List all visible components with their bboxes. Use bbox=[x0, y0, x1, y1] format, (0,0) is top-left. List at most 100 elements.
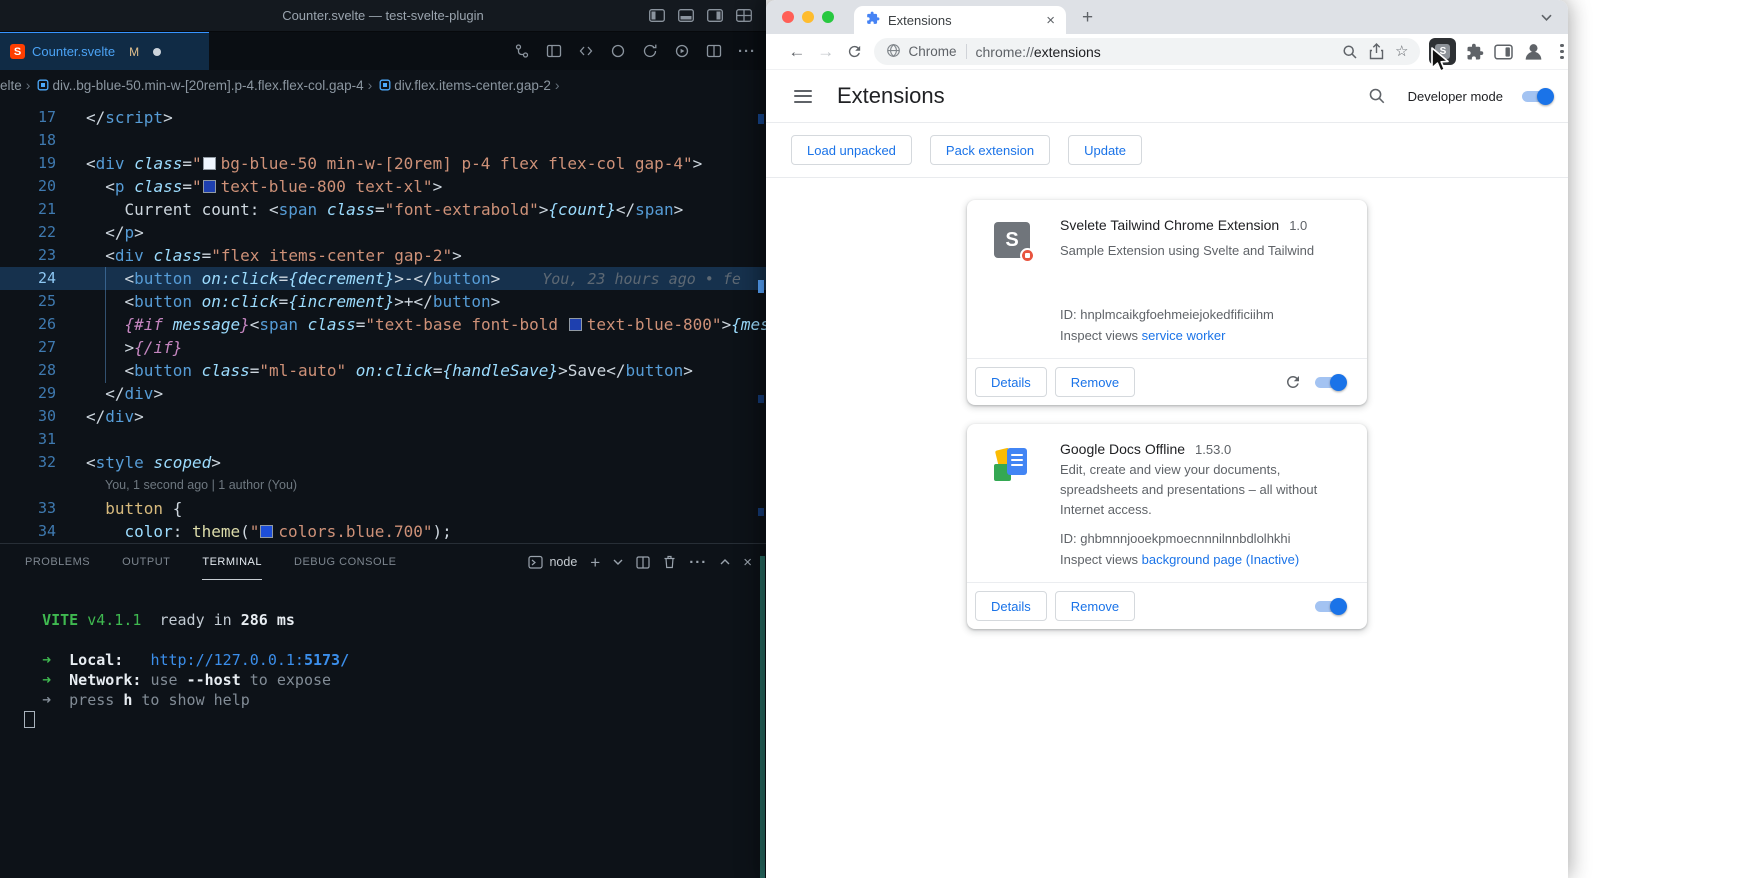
more-actions-icon[interactable]: ··· bbox=[738, 43, 756, 60]
line-number[interactable]: 23 bbox=[0, 244, 56, 267]
circle-outline-icon[interactable] bbox=[610, 43, 626, 59]
line-number[interactable]: 17 bbox=[0, 106, 56, 129]
line-number[interactable]: 22 bbox=[0, 221, 56, 244]
zoom-window-button[interactable] bbox=[822, 11, 834, 23]
details-button[interactable]: Details bbox=[975, 591, 1047, 621]
split-terminal-icon[interactable] bbox=[636, 556, 650, 569]
browser-tab-extensions[interactable]: Extensions × bbox=[854, 6, 1066, 34]
panel-more-icon[interactable]: ··· bbox=[689, 554, 707, 571]
toggle-sidebar-icon[interactable] bbox=[649, 9, 665, 22]
line-number[interactable]: 31 bbox=[0, 428, 56, 451]
kill-terminal-trash-icon[interactable] bbox=[663, 555, 676, 569]
tab-debug-console[interactable]: DEBUG CONSOLE bbox=[294, 544, 396, 580]
line-number[interactable]: 34 bbox=[0, 520, 56, 543]
tab-output[interactable]: OUTPUT bbox=[122, 544, 170, 580]
side-panel-icon[interactable] bbox=[1494, 44, 1513, 60]
code-line[interactable]: 24 <button on:click={decrement}>-</butto… bbox=[0, 267, 766, 290]
split-editor-icon[interactable] bbox=[706, 43, 722, 59]
line-number[interactable]: 18 bbox=[0, 129, 56, 152]
customize-layout-icon[interactable] bbox=[736, 9, 752, 22]
load-unpacked-button[interactable]: Load unpacked bbox=[791, 135, 912, 165]
browser-menu-icon[interactable] bbox=[1556, 40, 1568, 64]
terminal[interactable]: VITE v4.1.1 ready in 286 ms ➜ Local: htt… bbox=[0, 580, 766, 730]
code-line[interactable]: 17</script> bbox=[0, 106, 766, 129]
line-number[interactable]: 33 bbox=[0, 497, 56, 520]
terminal-dropdown-chevron-icon[interactable] bbox=[613, 559, 623, 565]
code-line[interactable]: 21 Current count: <span class="font-extr… bbox=[0, 198, 766, 221]
code-line[interactable]: 20 <p class="text-blue-800 text-xl"> bbox=[0, 175, 766, 198]
tab-terminal[interactable]: TERMINAL bbox=[202, 544, 262, 580]
line-number[interactable]: 26 bbox=[0, 313, 56, 336]
site-info-globe-icon[interactable] bbox=[886, 43, 901, 61]
line-number[interactable]: 21 bbox=[0, 198, 56, 221]
update-button[interactable]: Update bbox=[1068, 135, 1142, 165]
open-editors-icon[interactable] bbox=[546, 43, 562, 59]
details-button[interactable]: Details bbox=[975, 367, 1047, 397]
new-terminal-icon[interactable]: + bbox=[590, 554, 600, 571]
zoom-icon[interactable] bbox=[1342, 44, 1358, 60]
code-brackets-icon[interactable] bbox=[578, 43, 594, 59]
code-line[interactable]: 18 bbox=[0, 129, 766, 152]
line-number[interactable]: 25 bbox=[0, 290, 56, 313]
tab-problems[interactable]: PROBLEMS bbox=[25, 544, 90, 580]
line-number[interactable]: 20 bbox=[0, 175, 56, 198]
tab-counter-svelte[interactable]: S Counter.svelte M bbox=[0, 32, 209, 70]
address-bar[interactable]: Chrome chrome:// extensions ☆ bbox=[874, 38, 1420, 65]
bookmark-star-icon[interactable]: ☆ bbox=[1395, 44, 1408, 59]
code-line[interactable]: 22 </p> bbox=[0, 221, 766, 244]
close-tab-icon[interactable]: × bbox=[1043, 12, 1058, 29]
breadcrumb-node[interactable]: div.flex.items-center.gap-2 bbox=[394, 78, 551, 93]
background-page-link[interactable]: background page (Inactive) bbox=[1142, 552, 1300, 567]
toggle-secondary-sidebar-icon[interactable] bbox=[707, 9, 723, 22]
source-control-graph-icon[interactable] bbox=[514, 43, 530, 59]
remove-button[interactable]: Remove bbox=[1055, 367, 1135, 397]
code-line[interactable]: 31 bbox=[0, 428, 766, 451]
hamburger-menu-icon[interactable] bbox=[791, 87, 815, 106]
code-line[interactable]: 28 <button class="ml-auto" on:click={han… bbox=[0, 359, 766, 382]
search-icon[interactable] bbox=[1368, 87, 1386, 105]
profile-avatar-icon[interactable] bbox=[1523, 41, 1544, 62]
new-tab-button[interactable]: + bbox=[1082, 7, 1093, 29]
pack-extension-button[interactable]: Pack extension bbox=[930, 135, 1050, 165]
minimize-window-button[interactable] bbox=[802, 11, 814, 23]
run-preview-icon[interactable] bbox=[674, 43, 690, 59]
remove-button[interactable]: Remove bbox=[1055, 591, 1135, 621]
developer-mode-toggle[interactable] bbox=[1521, 88, 1554, 105]
forward-button[interactable]: → bbox=[813, 42, 839, 62]
code-editor[interactable]: 17</script>1819<div class="bg-blue-50 mi… bbox=[0, 100, 766, 543]
code-line[interactable]: 29 </div> bbox=[0, 382, 766, 405]
line-number[interactable]: 19 bbox=[0, 152, 56, 175]
reload-button[interactable] bbox=[842, 43, 868, 60]
sync-icon[interactable] bbox=[642, 43, 658, 59]
line-number[interactable]: 27 bbox=[0, 336, 56, 359]
service-worker-link[interactable]: service worker bbox=[1142, 328, 1226, 343]
breadcrumb-node[interactable]: div..bg-blue-50.min-w-[20rem].p-4.flex.f… bbox=[52, 78, 363, 93]
code-line[interactable]: 32<style scoped> bbox=[0, 451, 766, 474]
terminal-shell-chip[interactable]: node bbox=[528, 555, 577, 570]
line-number[interactable]: 28 bbox=[0, 359, 56, 382]
close-panel-icon[interactable]: × bbox=[743, 555, 752, 570]
line-number[interactable]: 29 bbox=[0, 382, 56, 405]
code-line[interactable]: 25 <button on:click={increment}>+</butto… bbox=[0, 290, 766, 313]
maximize-panel-chevron-icon[interactable] bbox=[720, 559, 730, 565]
share-icon[interactable] bbox=[1369, 43, 1384, 60]
code-line[interactable]: 26 {#if message}<span class="text-base f… bbox=[0, 313, 766, 336]
line-number[interactable]: 30 bbox=[0, 405, 56, 428]
extension-enabled-toggle[interactable] bbox=[1314, 374, 1347, 391]
extensions-puzzle-icon[interactable] bbox=[1466, 43, 1484, 61]
tab-search-chevron-icon[interactable] bbox=[1541, 14, 1552, 21]
close-window-button[interactable] bbox=[782, 11, 794, 23]
code-line[interactable]: 23 <div class="flex items-center gap-2"> bbox=[0, 244, 766, 267]
breadcrumb-file[interactable]: elte bbox=[0, 78, 22, 93]
code-line[interactable]: 27 >{/if} bbox=[0, 336, 766, 359]
code-line[interactable]: 19<div class="bg-blue-50 min-w-[20rem] p… bbox=[0, 152, 766, 175]
back-button[interactable]: ← bbox=[784, 42, 810, 62]
line-number[interactable]: 24 bbox=[0, 267, 56, 290]
code-line[interactable]: 30</div> bbox=[0, 405, 766, 428]
reload-extension-icon[interactable] bbox=[1284, 373, 1302, 391]
toggle-panel-icon[interactable] bbox=[678, 9, 694, 22]
code-line[interactable]: 34 color: theme("colors.blue.700"); bbox=[0, 520, 766, 543]
line-number[interactable]: 32 bbox=[0, 451, 56, 474]
extension-enabled-toggle[interactable] bbox=[1314, 598, 1347, 615]
code-line[interactable]: 33 button { bbox=[0, 497, 766, 520]
